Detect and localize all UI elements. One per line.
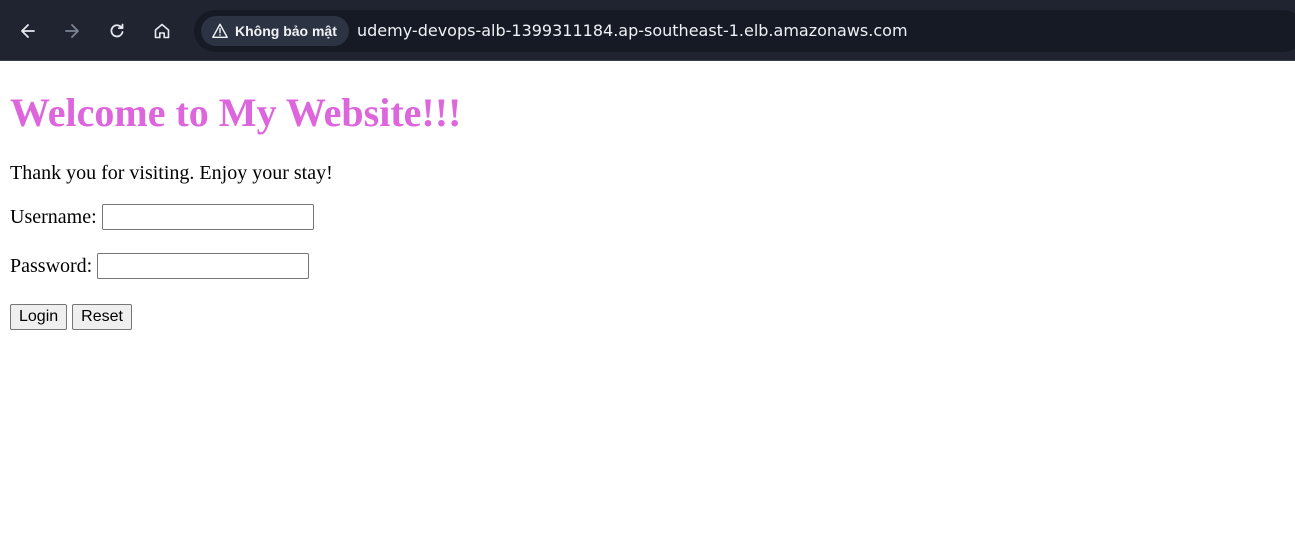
- intro-text: Thank you for visiting. Enjoy your stay!: [10, 162, 333, 184]
- url-text[interactable]: udemy-devops-alb-1399311184.ap-southeast…: [357, 21, 908, 40]
- form-buttons: Login Reset: [10, 304, 132, 330]
- reload-icon: [110, 23, 124, 38]
- reset-button[interactable]: Reset: [72, 304, 132, 330]
- home-button[interactable]: [147, 16, 177, 46]
- security-label: Không bảo mật: [235, 23, 337, 39]
- username-label: Username:: [10, 205, 97, 228]
- page-title: Welcome to My Website!!!: [10, 90, 462, 135]
- security-indicator[interactable]: Không bảo mật: [201, 16, 349, 46]
- browser-toolbar: Không bảo mật udemy-devops-alb-139931118…: [0, 0, 1295, 61]
- page-content: Welcome to My Website!!! Thank you for v…: [0, 61, 1295, 549]
- home-icon: [154, 23, 170, 39]
- forward-arrow-icon: [65, 24, 79, 38]
- password-row: Password:: [10, 253, 310, 279]
- password-input[interactable]: [97, 253, 310, 279]
- login-button[interactable]: Login: [10, 304, 68, 330]
- back-arrow-icon: [21, 24, 35, 38]
- password-label: Password:: [10, 254, 93, 277]
- reload-button[interactable]: [102, 16, 132, 46]
- username-row: Username:: [10, 204, 314, 230]
- back-button[interactable]: [13, 16, 43, 46]
- address-bar[interactable]: Không bảo mật udemy-devops-alb-139931118…: [194, 10, 1295, 52]
- username-input[interactable]: [101, 204, 314, 230]
- warning-triangle-icon: [212, 23, 228, 39]
- forward-button[interactable]: [57, 16, 87, 46]
